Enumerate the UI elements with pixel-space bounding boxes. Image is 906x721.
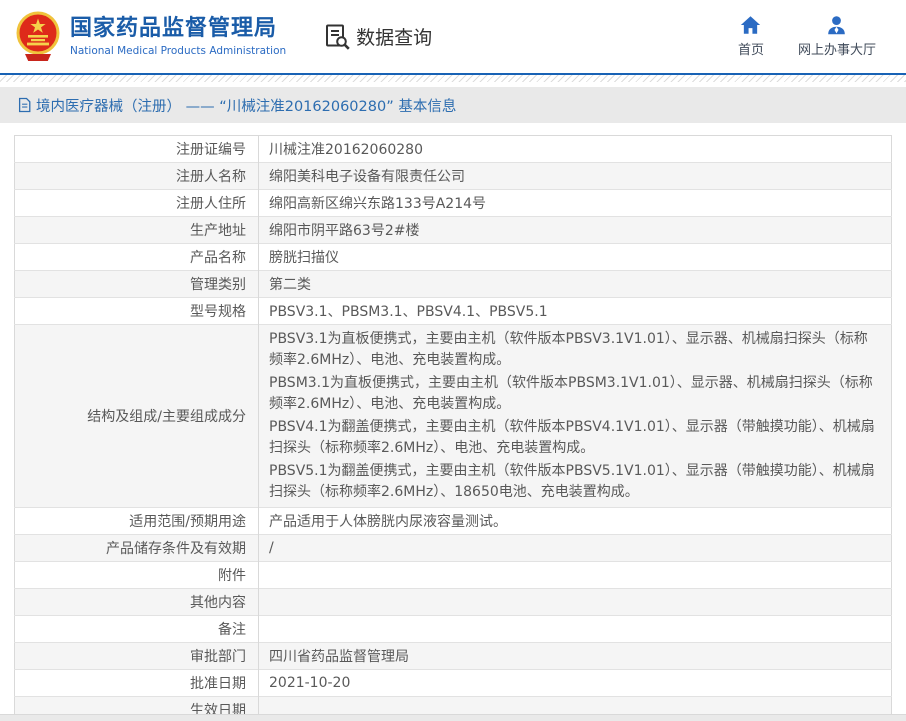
row-label: 型号规格	[15, 298, 259, 325]
national-emblem-icon	[14, 11, 62, 63]
nav-home-label: 首页	[738, 39, 764, 58]
row-label: 管理类别	[15, 271, 259, 298]
breadcrumb-text: 境内医疗器械（注册） —— “川械注准20162060280” 基本信息	[36, 95, 456, 116]
row-value: 膀胱扫描仪	[259, 244, 892, 271]
row-label: 结构及组成/主要组成成分	[15, 325, 259, 508]
table-row: 备注	[15, 616, 892, 643]
table-row: 批准日期 2021-10-20	[15, 670, 892, 697]
table-row: 管理类别 第二类	[15, 271, 892, 298]
row-label: 产品名称	[15, 244, 259, 271]
table-row: 注册人住所 绵阳高新区绵兴东路133号A214号	[15, 190, 892, 217]
row-label: 产品储存条件及有效期	[15, 535, 259, 562]
row-value: /	[259, 535, 892, 562]
data-query-title[interactable]: 数据查询	[324, 23, 432, 50]
row-value: 产品适用于人体膀胱内尿液容量测试。	[259, 508, 892, 535]
row-label: 审批部门	[15, 643, 259, 670]
page-icon	[18, 97, 31, 113]
document-search-icon	[324, 23, 351, 50]
header-hatch-divider	[0, 75, 906, 82]
row-value: 绵阳高新区绵兴东路133号A214号	[259, 190, 892, 217]
row-value	[259, 616, 892, 643]
table-row: 注册人名称 绵阳美科电子设备有限责任公司	[15, 163, 892, 190]
footer-strip	[0, 714, 906, 721]
breadcrumb-band: 境内医疗器械（注册） —— “川械注准20162060280” 基本信息	[0, 87, 906, 123]
row-label: 注册证编号	[15, 136, 259, 163]
row-value: 四川省药品监督管理局	[259, 643, 892, 670]
org-name-en: National Medical Products Administration	[70, 45, 286, 57]
row-value	[259, 589, 892, 616]
table-row: 结构及组成/主要组成成分 PBSV3.1为直板便携式，主要由主机（软件版本PBS…	[15, 325, 892, 508]
site-header: 国家药品监督管理局 National Medical Products Admi…	[0, 0, 906, 75]
row-value: PBSV3.1、PBSM3.1、PBSV4.1、PBSV5.1	[259, 298, 892, 325]
table-row: 产品名称 膀胱扫描仪	[15, 244, 892, 271]
table-row: 附件	[15, 562, 892, 589]
row-label: 附件	[15, 562, 259, 589]
row-label: 批准日期	[15, 670, 259, 697]
row-value: 绵阳美科电子设备有限责任公司	[259, 163, 892, 190]
table-row: 产品储存条件及有效期 /	[15, 535, 892, 562]
breadcrumb: 境内医疗器械（注册） —— “川械注准20162060280” 基本信息	[18, 95, 456, 116]
row-value	[259, 562, 892, 589]
nmpa-logo[interactable]: 国家药品监督管理局 National Medical Products Admi…	[14, 11, 286, 63]
user-icon	[826, 15, 847, 35]
nav-item-service-hall[interactable]: 网上办事大厅	[798, 15, 876, 58]
row-value: 绵阳市阴平路63号2#楼	[259, 217, 892, 244]
table-row: 型号规格 PBSV3.1、PBSM3.1、PBSV4.1、PBSV5.1	[15, 298, 892, 325]
row-value: 2021-10-20	[259, 670, 892, 697]
org-names: 国家药品监督管理局 National Medical Products Admi…	[70, 16, 286, 56]
registration-info-table: 注册证编号 川械注准20162060280 注册人名称 绵阳美科电子设备有限责任…	[14, 135, 892, 721]
table-row: 生产地址 绵阳市阴平路63号2#楼	[15, 217, 892, 244]
row-value: 第二类	[259, 271, 892, 298]
multiline-value: PBSV3.1为直板便携式，主要由主机（软件版本PBSV3.1V1.01）、显示…	[269, 328, 881, 504]
row-value: PBSV3.1为直板便携式，主要由主机（软件版本PBSV3.1V1.01）、显示…	[259, 325, 892, 508]
row-value: 川械注准20162060280	[259, 136, 892, 163]
org-name-cn: 国家药品监督管理局	[70, 16, 286, 41]
table-row: 注册证编号 川械注准20162060280	[15, 136, 892, 163]
nav-item-home[interactable]: 首页	[738, 15, 764, 58]
table-row: 其他内容	[15, 589, 892, 616]
row-label: 注册人名称	[15, 163, 259, 190]
row-label: 备注	[15, 616, 259, 643]
nav-hall-label: 网上办事大厅	[798, 39, 876, 58]
top-nav: 首页 网上办事大厅	[738, 15, 876, 58]
data-query-label: 数据查询	[356, 23, 432, 50]
row-label: 生产地址	[15, 217, 259, 244]
table-row: 审批部门 四川省药品监督管理局	[15, 643, 892, 670]
row-label: 适用范围/预期用途	[15, 508, 259, 535]
row-label: 注册人住所	[15, 190, 259, 217]
table-row: 适用范围/预期用途 产品适用于人体膀胱内尿液容量测试。	[15, 508, 892, 535]
registration-info-panel: 注册证编号 川械注准20162060280 注册人名称 绵阳美科电子设备有限责任…	[14, 135, 892, 721]
home-icon	[740, 15, 761, 35]
row-label: 其他内容	[15, 589, 259, 616]
